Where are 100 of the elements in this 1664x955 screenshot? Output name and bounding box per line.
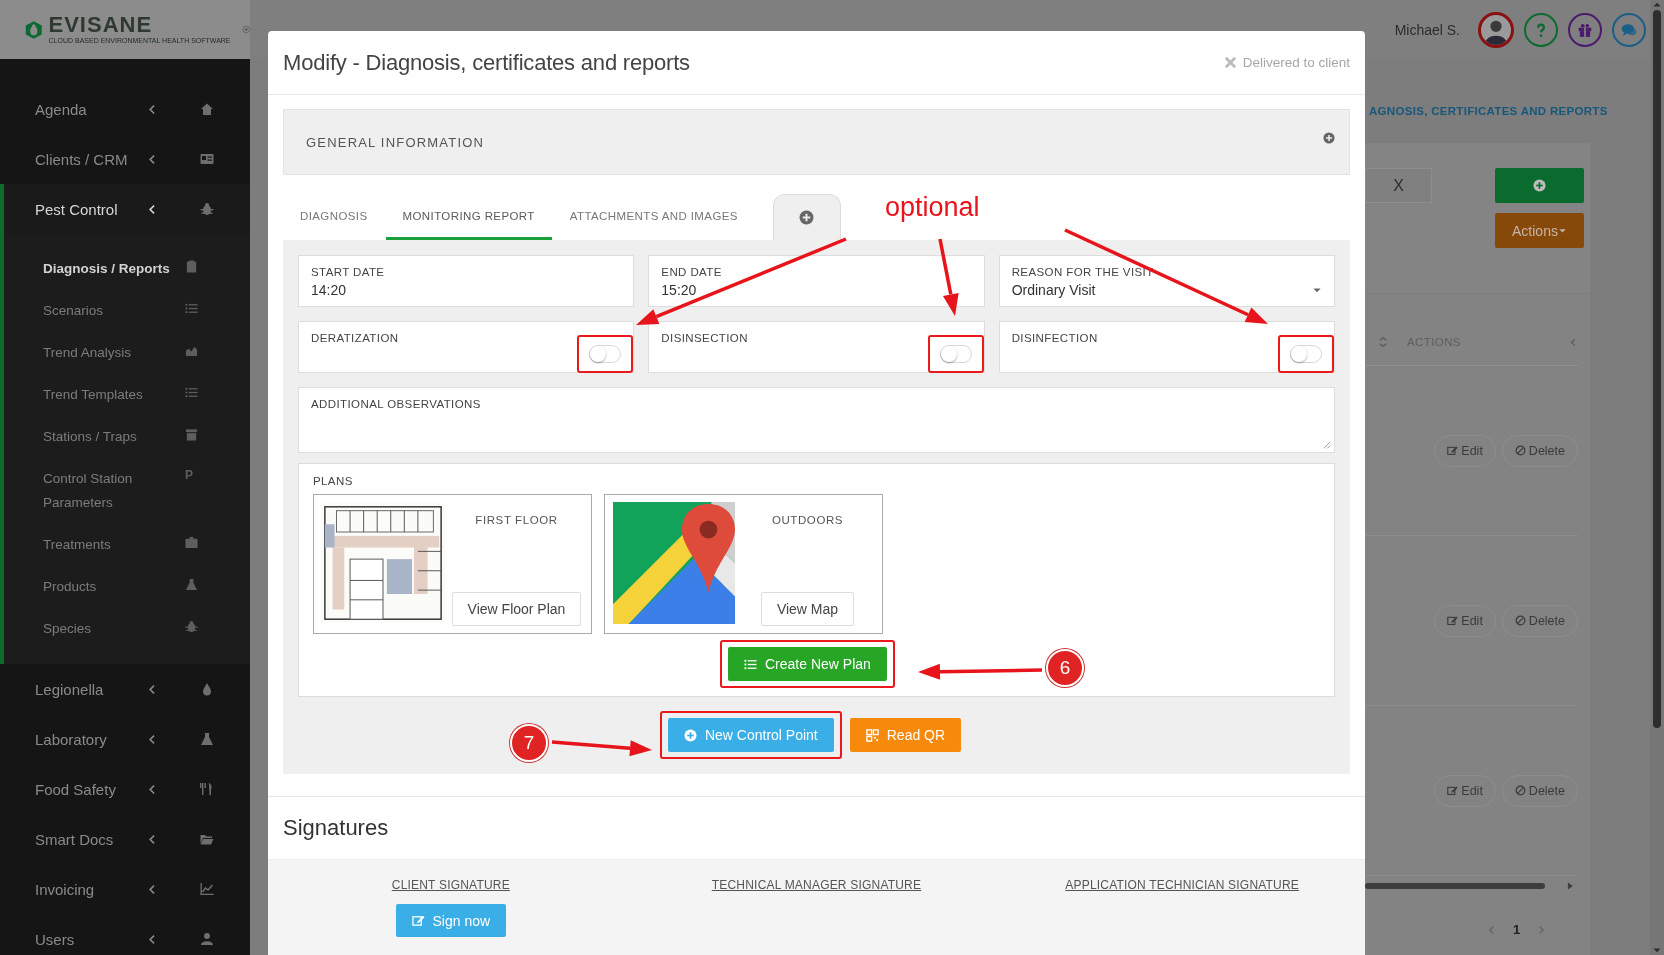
- collapsible-panel[interactable]: GENERAL INFORMATION: [283, 109, 1350, 175]
- sort-icon: [1377, 336, 1389, 348]
- drop-icon: [200, 682, 214, 696]
- close-icon: [1223, 56, 1237, 69]
- parking-icon: P: [185, 467, 198, 483]
- ban-icon: [1514, 445, 1526, 456]
- utensils-icon: [200, 782, 214, 796]
- previous-icon: [1487, 924, 1497, 935]
- new-control-point-button[interactable]: New Control Point: [667, 718, 834, 752]
- user-name[interactable]: Michael S.: [1394, 21, 1460, 38]
- modal-title: Modify - Diagnosis, certificates and reports: [283, 49, 690, 76]
- signature-label: APPLICATION TECHNICIAN SIGNATURE: [1065, 878, 1300, 892]
- delivered-status[interactable]: Delivered to client: [1223, 55, 1350, 70]
- plus-circle-icon: [1323, 132, 1335, 144]
- toggle-switch[interactable]: [939, 345, 972, 363]
- signature-label: TECHNICAL MANAGER SIGNATURE: [711, 878, 922, 892]
- sidebar-item[interactable]: Invoicing: [0, 864, 250, 914]
- sign-now-button[interactable]: Sign now: [395, 904, 507, 937]
- plus-circle-icon: [1533, 179, 1546, 192]
- clear-button[interactable]: X: [1365, 168, 1432, 203]
- resize-grip-icon: [1321, 439, 1331, 449]
- section-label: PLANS: [313, 474, 354, 488]
- avatar[interactable]: [1478, 11, 1514, 48]
- list-icon: [185, 386, 198, 399]
- user-icon: [200, 932, 214, 946]
- flask-icon: [185, 578, 198, 591]
- create-plan-button[interactable]: Create New Plan: [728, 647, 887, 681]
- tab[interactable]: ATTACHMENTS AND IMAGES: [552, 194, 755, 240]
- gift-button[interactable]: [1568, 12, 1602, 47]
- bug-icon: [185, 620, 198, 633]
- list-icon: [185, 302, 198, 315]
- scrollbar-thumb[interactable]: [1365, 883, 1545, 889]
- chat-icon: [1621, 21, 1637, 38]
- plan-title: FIRST FLOOR: [475, 514, 558, 526]
- sidebar-item[interactable]: Food Safety: [0, 764, 250, 814]
- id-card-icon: [200, 152, 214, 166]
- submenu-item[interactable]: Trend Templates: [4, 374, 250, 416]
- chevron-icon: [1569, 337, 1578, 347]
- submenu-item[interactable]: Species: [4, 608, 250, 650]
- sidebar-item[interactable]: Legionella: [0, 664, 250, 714]
- submenu-item[interactable]: Scenarios: [4, 290, 250, 332]
- qr-code-icon: [865, 728, 879, 742]
- text-area[interactable]: ADDITIONAL OBSERVATIONS: [298, 387, 1335, 453]
- archive-icon: [185, 428, 198, 441]
- add-tab[interactable]: [772, 194, 841, 240]
- edit-icon: [411, 914, 425, 927]
- next-icon: [1536, 924, 1547, 935]
- switch-label: DISINSECTION: [661, 331, 749, 345]
- submenu-item[interactable]: Stations / Traps: [4, 416, 250, 458]
- edit-icon: [1447, 615, 1459, 626]
- view-button[interactable]: View Floor Plan: [451, 592, 582, 626]
- line-chart-icon: [200, 882, 214, 896]
- flask-icon: [200, 732, 214, 746]
- submenu-item[interactable]: Products: [4, 566, 250, 608]
- sidebar-item[interactable]: Pest Control: [0, 184, 250, 234]
- gift-icon: [1577, 21, 1593, 38]
- toggle-switch[interactable]: [1290, 345, 1322, 363]
- tab[interactable]: DIAGNOSIS: [283, 194, 385, 240]
- folder-icon: [200, 832, 214, 846]
- add-button[interactable]: [1495, 168, 1584, 203]
- submenu-item[interactable]: Treatments: [4, 524, 250, 566]
- bug-icon: [200, 202, 214, 216]
- sidebar-item[interactable]: Clients / CRM: [0, 134, 250, 184]
- help-button[interactable]: [1524, 12, 1558, 47]
- page-link[interactable]: 1: [1513, 922, 1521, 937]
- plus-circle-icon: [799, 210, 815, 225]
- submenu-item[interactable]: Control Station Parameters P: [4, 458, 250, 524]
- edit-icon: [1447, 445, 1459, 456]
- actions-button[interactable]: Actions: [1495, 213, 1584, 248]
- sidebar-item[interactable]: Users: [0, 914, 250, 955]
- section-title: Signatures: [283, 815, 390, 841]
- sidebar-item[interactable]: Laboratory: [0, 714, 250, 764]
- input-field[interactable]: END DATE 15:20: [648, 255, 985, 307]
- view-button[interactable]: View Map: [760, 592, 855, 626]
- sidebar-item[interactable]: Smart Docs: [0, 814, 250, 864]
- medkit-icon: [185, 536, 198, 549]
- edit-icon: [1447, 785, 1459, 796]
- clipboard-icon: [185, 260, 198, 273]
- annotation-label: optional: [885, 192, 980, 222]
- read-qr-button[interactable]: Read QR: [849, 718, 962, 752]
- toggle-switch[interactable]: [589, 345, 622, 363]
- area-chart-icon: [185, 344, 198, 357]
- submenu-item[interactable]: Diagnosis / Reports: [4, 248, 250, 290]
- home-icon: [200, 102, 214, 116]
- logo-wordmark: EVISANE: [48, 14, 154, 36]
- signature-label: CLIENT SIGNATURE: [391, 878, 510, 892]
- plus-circle-icon: [683, 728, 697, 742]
- switch-label: DERATIZATION: [311, 331, 400, 345]
- submenu-item[interactable]: Trend Analysis: [4, 332, 250, 374]
- list-icon: [744, 657, 757, 671]
- panel-title: GENERAL INFORMATION: [306, 134, 485, 150]
- switch-label: DISINFECTION: [1011, 331, 1099, 345]
- ban-icon: [1514, 785, 1526, 796]
- input-field[interactable]: START DATE 14:20: [298, 255, 635, 307]
- radio-icon: [241, 23, 250, 36]
- scroll-arrow-icon: [1565, 881, 1575, 891]
- sidebar-item[interactable]: Agenda: [0, 84, 250, 134]
- chat-button[interactable]: [1612, 12, 1646, 47]
- ban-icon: [1514, 615, 1526, 626]
- scrollbar-thumb[interactable]: [1653, 10, 1661, 728]
